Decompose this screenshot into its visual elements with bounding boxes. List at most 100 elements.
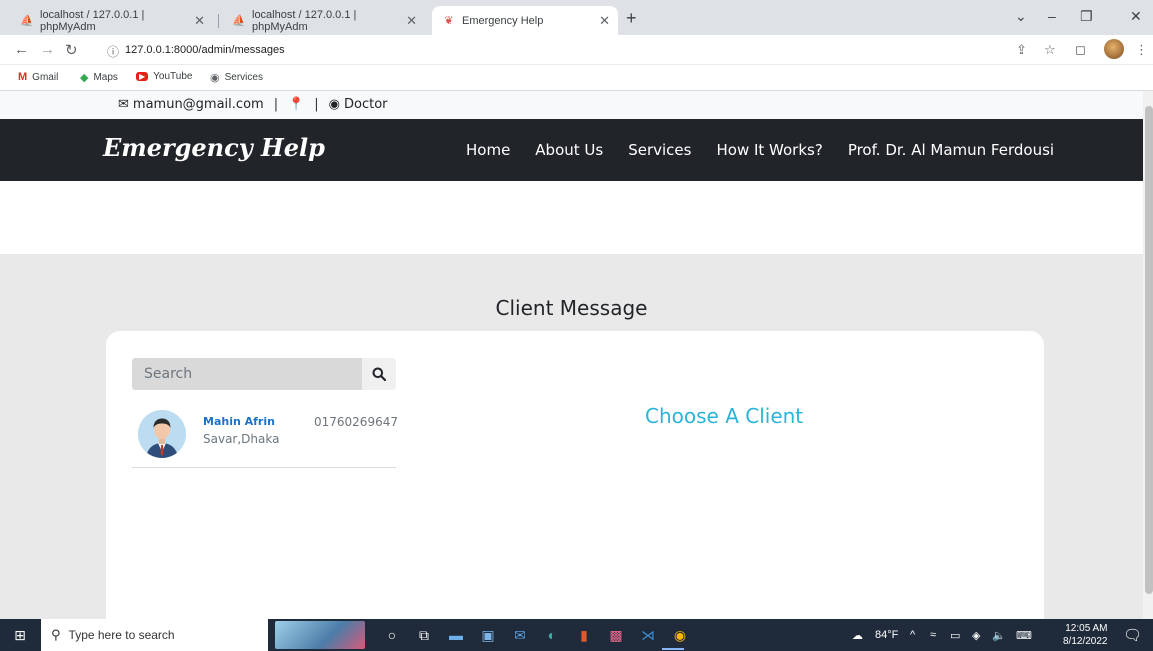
gmail-icon: M: [18, 71, 28, 83]
info-icon[interactable]: ⓘ: [107, 43, 119, 60]
search-icon: ⚲: [51, 627, 61, 642]
forward-icon[interactable]: →: [40, 41, 55, 58]
url-field[interactable]: 127.0.0.1:8000/admin/messages: [125, 44, 285, 56]
taskbar-search-placeholder: Type here to search: [68, 628, 175, 642]
restore-icon[interactable]: ❐: [1080, 8, 1093, 25]
cortana-icon[interactable]: ○: [383, 626, 401, 644]
tab-title: localhost / 127.0.0.1 | phpMyAdm: [40, 8, 145, 33]
news-widget-icon[interactable]: [275, 621, 365, 649]
profile-avatar[interactable]: [1104, 39, 1124, 59]
windows-start-icon[interactable]: ⊞: [11, 626, 29, 644]
battery-icon[interactable]: ▭: [950, 629, 960, 642]
task-view-icon[interactable]: ⧉: [415, 626, 433, 644]
star-icon[interactable]: ☆: [1044, 42, 1056, 58]
top-info-bar: ✉ mamun@gmail.com | 📍 | ◉ Doctor: [0, 91, 1143, 119]
bookmark-maps[interactable]: ◆ Maps: [80, 71, 118, 84]
client-name: Mahin Afrin: [203, 415, 275, 428]
vscode-icon[interactable]: ⋊: [639, 626, 657, 644]
close-icon[interactable]: ✕: [194, 13, 205, 29]
client-location: Savar,Dhaka: [203, 432, 280, 446]
nav-links: Home About Us Services How It Works? Pro…: [466, 141, 1054, 159]
address-bar-row: ← → ↻ ⓘ 127.0.0.1:8000/admin/messages ⇪ …: [0, 35, 1153, 65]
client-avatar: [138, 410, 186, 458]
store-icon[interactable]: ▣: [479, 626, 497, 644]
back-icon[interactable]: ←: [14, 41, 29, 58]
user-avatar-icon: [138, 410, 186, 458]
notification-icon[interactable]: 🗨: [1123, 626, 1142, 644]
nav-how-it-works[interactable]: How It Works?: [716, 141, 822, 159]
close-icon[interactable]: ✕: [599, 13, 610, 29]
window-close-icon[interactable]: ✕: [1130, 8, 1142, 25]
main-navbar: Emergency Help Home About Us Services Ho…: [0, 119, 1143, 181]
office-icon[interactable]: ▮: [575, 626, 593, 644]
map-marker-icon: 📍: [288, 97, 305, 112]
weather-icon[interactable]: ☁: [852, 629, 863, 642]
bookmark-youtube[interactable]: ▶ YouTube: [136, 71, 192, 82]
minimize-icon[interactable]: –: [1048, 8, 1056, 24]
taskbar-search[interactable]: ⚲ Type here to search: [41, 619, 268, 651]
browser-tab-bar: ⛵ localhost / 127.0.0.1 | phpMyAdm ✕ ⛵ l…: [0, 0, 1153, 35]
tray-chevron-icon[interactable]: ^: [910, 629, 915, 641]
contact-email[interactable]: mamun@gmail.com: [133, 97, 264, 112]
chevron-down-icon[interactable]: ⌄: [1015, 8, 1027, 25]
emergency-help-favicon-icon: ❦: [444, 15, 454, 27]
bookmark-services[interactable]: ◉ Services: [210, 71, 263, 84]
page-viewport: ✉ mamun@gmail.com | 📍 | ◉ Doctor Emergen…: [0, 91, 1143, 619]
app-icon[interactable]: ▩: [607, 626, 625, 644]
tab-separator: [218, 14, 219, 28]
user-circle-icon: ◉: [328, 97, 340, 112]
client-list-item[interactable]: Mahin Afrin Savar,Dhaka 01760269647: [132, 405, 398, 468]
keyboard-icon[interactable]: ⌨: [1016, 629, 1032, 642]
nav-home[interactable]: Home: [466, 141, 510, 159]
divider: |: [273, 97, 279, 112]
file-explorer-icon[interactable]: ▬: [447, 626, 465, 644]
weather-temp[interactable]: 84°F: [875, 629, 898, 641]
bookmark-label: Services: [224, 72, 263, 83]
reload-icon[interactable]: ↻: [65, 41, 78, 59]
bookmark-gmail[interactable]: M Gmail: [18, 71, 58, 83]
page-title: Client Message: [495, 296, 648, 320]
phpmyadmin-icon: ⛵: [20, 15, 34, 27]
browser-tab-1[interactable]: ⛵ localhost / 127.0.0.1 | phpMyAdm ✕: [10, 6, 213, 35]
maps-icon: ◆: [80, 72, 89, 84]
shield-icon[interactable]: ◈: [972, 629, 980, 642]
user-role: Doctor: [344, 97, 388, 112]
phpmyadmin-icon: ⛵: [232, 15, 246, 27]
envelope-icon: ✉: [118, 97, 129, 112]
bookmark-label: YouTube: [153, 71, 193, 82]
mail-icon[interactable]: ✉: [511, 626, 529, 644]
taskbar-clock[interactable]: 12:05 AM 8/12/2022: [1063, 622, 1108, 648]
volume-icon[interactable]: 🔈: [992, 629, 1006, 642]
scrollbar-thumb[interactable]: [1145, 106, 1153, 594]
nav-about-us[interactable]: About Us: [535, 141, 603, 159]
tab-title: Emergency Help: [462, 14, 544, 27]
chrome-icon[interactable]: ◉: [671, 626, 689, 644]
screen: ⛵ localhost / 127.0.0.1 | phpMyAdm ✕ ⛵ l…: [0, 0, 1153, 651]
nav-services[interactable]: Services: [628, 141, 691, 159]
network-icon[interactable]: ≈: [930, 629, 936, 641]
nav-user-profile[interactable]: Prof. Dr. Al Mamun Ferdousi: [848, 141, 1054, 159]
brand-logo[interactable]: Emergency Help: [103, 133, 325, 162]
share-icon[interactable]: ⇪: [1016, 42, 1027, 58]
bookmark-label: Gmail: [32, 71, 59, 83]
youtube-icon: ▶: [136, 72, 149, 81]
menu-icon[interactable]: ⋮: [1135, 42, 1148, 58]
divider: |: [314, 97, 319, 112]
search-icon: [372, 367, 386, 381]
new-tab-icon[interactable]: +: [626, 8, 637, 29]
globe-icon: ◉: [210, 72, 220, 84]
browser-tab-3[interactable]: ❦ Emergency Help ✕: [432, 6, 618, 35]
client-search: [132, 358, 396, 390]
choose-client-prompt: Choose A Client: [645, 404, 804, 428]
edge-icon[interactable]: ◐: [543, 626, 561, 644]
sidepanel-icon[interactable]: ◻: [1075, 42, 1086, 58]
search-input[interactable]: [132, 358, 362, 390]
tab-title: localhost / 127.0.0.1 | phpMyAdm: [252, 8, 357, 33]
clock-time: 12:05 AM: [1065, 623, 1108, 634]
windows-taskbar: ⊞ ⚲ Type here to search ○ ⧉ ▬ ▣ ✉ ◐ ▮ ▩ …: [0, 619, 1153, 651]
browser-tab-2[interactable]: ⛵ localhost / 127.0.0.1 | phpMyAdm ✕: [222, 6, 425, 35]
search-button[interactable]: [362, 358, 396, 390]
close-icon[interactable]: ✕: [406, 13, 417, 29]
active-app-indicator: [662, 648, 684, 650]
clock-date: 8/12/2022: [1063, 636, 1108, 647]
